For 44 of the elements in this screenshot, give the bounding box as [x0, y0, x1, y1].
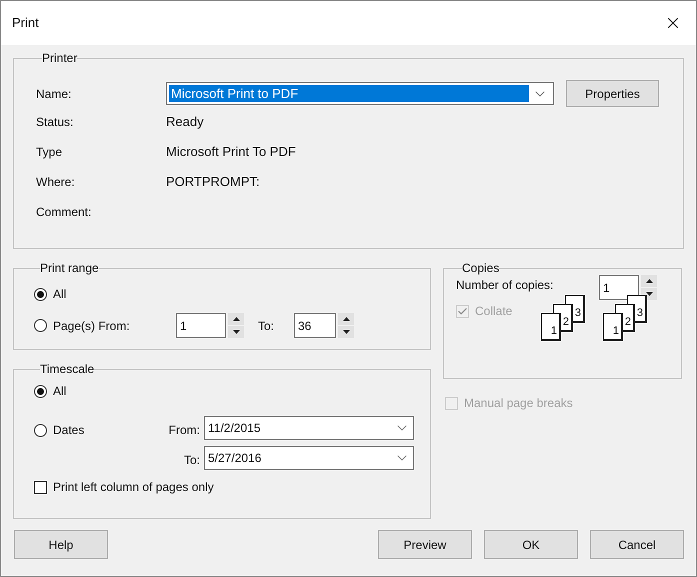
field-label: Status: [36, 114, 74, 131]
checkbox[interactable] [34, 480, 47, 494]
printer-dropdown[interactable]: Microsoft Print to PDF [166, 82, 554, 105]
dialog-button[interactable]: OK [484, 530, 578, 559]
number-field[interactable]: 1 [599, 275, 639, 300]
field-label: Name: [36, 86, 72, 102]
field-value: Ready [166, 113, 204, 132]
group-title: Timescale [40, 362, 94, 376]
dialog-button[interactable]: Preview [378, 530, 472, 559]
field-label: Type [36, 144, 64, 161]
number-field[interactable]: 36 [294, 313, 336, 338]
spin-buttons[interactable] [228, 313, 244, 338]
field-value: PORTPROMPT: [166, 173, 260, 192]
field-label: Number of copies: [456, 277, 554, 294]
properties-button[interactable]: Properties [566, 80, 659, 107]
date-dropdown[interactable]: 11/2/2015 [204, 416, 414, 440]
checkbox-label: Print left column of pages only [53, 479, 214, 496]
spin-buttons[interactable] [641, 275, 657, 300]
radio-label: Dates [53, 422, 84, 439]
radio-button[interactable] [34, 384, 47, 398]
group-title: Printer [42, 51, 78, 65]
radio-label: All [53, 286, 66, 303]
spin-buttons[interactable] [338, 313, 354, 338]
number-field[interactable]: 1 [176, 313, 226, 338]
radio-button[interactable] [34, 424, 47, 436]
checkbox-label: Collate [475, 303, 512, 320]
field-label: Comment: [36, 204, 92, 221]
group-title: Copies [462, 261, 500, 275]
field-value: Microsoft Print To PDF [166, 143, 296, 162]
date-dropdown[interactable]: 5/27/2016 [204, 446, 414, 470]
dialog-button[interactable]: Cancel [590, 530, 684, 559]
field-label: To: [258, 318, 276, 334]
radio-label: Page(s) From: [53, 318, 131, 334]
field-label: Where: [36, 174, 76, 191]
group-title: Print range [40, 261, 99, 275]
field-label: To: [182, 452, 201, 469]
radio-button[interactable] [34, 319, 47, 332]
check-icon [457, 306, 468, 316]
dialog-button[interactable]: Help [14, 530, 108, 559]
checkbox-label: Manual page breaks [464, 395, 573, 412]
radio-button[interactable] [34, 288, 47, 300]
field-label: From: [168, 422, 201, 439]
window-title: Print [12, 14, 39, 32]
radio-label: All [53, 383, 66, 400]
